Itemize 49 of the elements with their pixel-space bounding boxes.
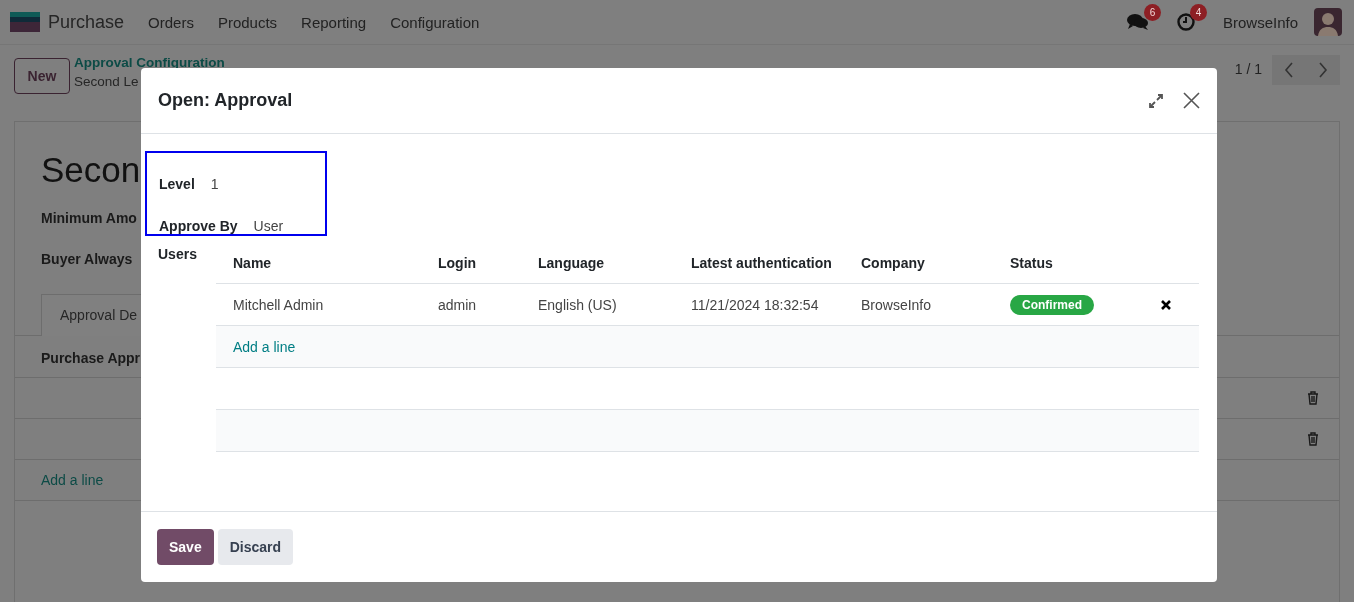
- column-header[interactable]: Latest authentication: [674, 254, 844, 271]
- menu-item[interactable]: Products: [217, 13, 278, 31]
- field-label: Approve By: [159, 218, 238, 234]
- column-header[interactable]: Company: [844, 254, 993, 271]
- menu-item[interactable]: Orders: [148, 13, 194, 31]
- table-cell-text: admin: [437, 296, 478, 313]
- chevron-left-icon: [1284, 62, 1294, 78]
- new-button[interactable]: New: [14, 58, 70, 94]
- avatar[interactable]: [1314, 8, 1342, 36]
- pager-value: 1 / 1: [1234, 61, 1262, 77]
- field-value: User: [253, 218, 284, 234]
- breadcrumb-link[interactable]: Approval Configuration: [74, 55, 225, 70]
- field-label: Minimum Amo: [40, 210, 137, 228]
- chat-icon[interactable]: [1126, 13, 1149, 31]
- field-label: Buyer Always: [40, 251, 133, 269]
- app-name[interactable]: Purchase: [48, 11, 125, 33]
- expand-icon[interactable]: [1149, 93, 1163, 108]
- table-cell-text: Mitchell Admin: [232, 296, 325, 313]
- discard-button[interactable]: Discard: [217, 529, 294, 565]
- section-label: Purchase Appr: [41, 350, 141, 366]
- dialog-title: Open: Approval: [158, 90, 294, 111]
- app-logo: [10, 12, 40, 32]
- column-header[interactable]: Name: [216, 254, 421, 271]
- field-value: 1: [210, 176, 219, 192]
- record-title: Secon: [40, 149, 141, 191]
- close-icon[interactable]: [1183, 92, 1200, 109]
- menu-item[interactable]: Configuration: [390, 13, 480, 31]
- field-label: Level: [159, 176, 195, 192]
- clock-icon[interactable]: [1176, 13, 1195, 31]
- record-name: Second Le: [74, 73, 140, 91]
- table-cell-text: English (US): [537, 296, 618, 313]
- status-badge: Confirmed: [1010, 294, 1094, 315]
- save-button[interactable]: Save: [157, 529, 214, 565]
- company-name[interactable]: BrowseInfo: [1222, 13, 1298, 31]
- chevron-right-icon: [1318, 62, 1328, 78]
- activity-count: 4: [1189, 4, 1207, 21]
- table-cell-text: BrowseInfo: [860, 296, 933, 313]
- trash-icon[interactable]: [1307, 391, 1319, 405]
- column-header[interactable]: Language: [521, 254, 674, 271]
- field-label: Users: [158, 245, 198, 264]
- trash-icon[interactable]: [1307, 432, 1319, 446]
- message-count: 6: [1143, 4, 1161, 21]
- table-cell-text: 11/21/2024 18:32:54: [690, 296, 820, 313]
- menu-item[interactable]: Reporting: [301, 13, 367, 31]
- column-header[interactable]: Status: [993, 254, 1133, 271]
- column-header[interactable]: Login: [421, 254, 521, 271]
- add-line-link[interactable]: Add a line: [41, 472, 104, 488]
- remove-icon[interactable]: [1160, 298, 1172, 311]
- add-line-link[interactable]: Add a line: [216, 338, 421, 355]
